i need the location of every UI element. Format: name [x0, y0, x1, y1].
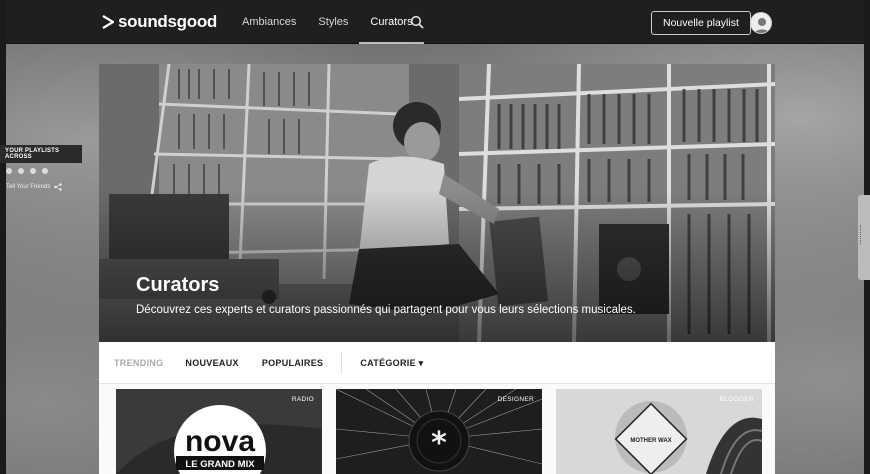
new-playlist-button[interactable]: Nouvelle playlist — [651, 11, 751, 35]
share-link[interactable]: Tell Your Friends — [0, 179, 82, 195]
card-tag-blogger: BLOGGER — [719, 396, 754, 403]
logo[interactable]: soundsgood — [102, 12, 217, 32]
search-icon[interactable] — [410, 15, 424, 29]
platform-icon[interactable] — [18, 168, 24, 174]
avatar[interactable] — [750, 12, 772, 34]
page-subtitle: Découvrez ces experts et curators passio… — [136, 304, 636, 316]
share-label: Tell Your Friends — [6, 184, 51, 190]
share-icon — [54, 183, 63, 191]
curator-card-blogger[interactable]: MOTHER WAX BLOGGER — [556, 389, 762, 474]
filter-divider — [341, 351, 343, 374]
curator-card-designer[interactable]: * DESIGNER — [336, 389, 542, 474]
main-nav: Ambiances Styles Curators — [231, 0, 424, 44]
platform-icon[interactable] — [30, 168, 36, 174]
filter-populaires[interactable]: POPULAIRES — [262, 342, 324, 384]
filter-nouveaux[interactable]: NOUVEAUX — [185, 342, 238, 384]
platform-icon[interactable] — [6, 168, 12, 174]
hero-photo-record-shelves — [99, 64, 775, 342]
logo-text: soundsgood — [118, 12, 217, 31]
nova-logo-text: nova — [185, 425, 255, 458]
nav-ambiances[interactable]: Ambiances — [231, 0, 307, 44]
filter-trending[interactable]: TRENDING — [114, 342, 163, 384]
asterisk-logo: * — [431, 426, 447, 461]
side-promo-panel: YOUR PLAYLISTS ACROSS Tell Your Friends — [0, 145, 82, 195]
card-tag-designer: DESIGNER — [497, 396, 534, 403]
top-navigation-bar: soundsgood Ambiances Styles Curators Nou… — [6, 0, 864, 44]
nova-logo-subtext: LE GRAND MIX — [185, 459, 255, 470]
filter-bar: TRENDING NOUVEAUX POPULAIRES CATÉGORIE ▾ — [99, 342, 775, 384]
window-edge-left — [0, 0, 6, 474]
card-tag-radio: RADIO — [291, 396, 314, 403]
mother-wax-badge: MOTHER WAX — [630, 438, 671, 444]
user-icon — [754, 18, 770, 33]
play-icon — [102, 15, 114, 29]
nav-styles[interactable]: Styles — [307, 0, 359, 44]
hero-banner: Curators Découvrez ces experts et curato… — [99, 64, 775, 342]
feedback-tab[interactable] — [858, 195, 870, 280]
side-promo-title: YOUR PLAYLISTS ACROSS — [0, 145, 82, 163]
curator-card-nova[interactable]: nova LE GRAND MIX RADIO — [116, 389, 322, 474]
platform-icon[interactable] — [42, 168, 48, 174]
side-promo-platform-icons — [0, 163, 82, 179]
feedback-tab-grip — [860, 225, 868, 245]
category-dropdown[interactable]: CATÉGORIE ▾ — [360, 342, 423, 384]
page-title: Curators — [136, 274, 220, 296]
